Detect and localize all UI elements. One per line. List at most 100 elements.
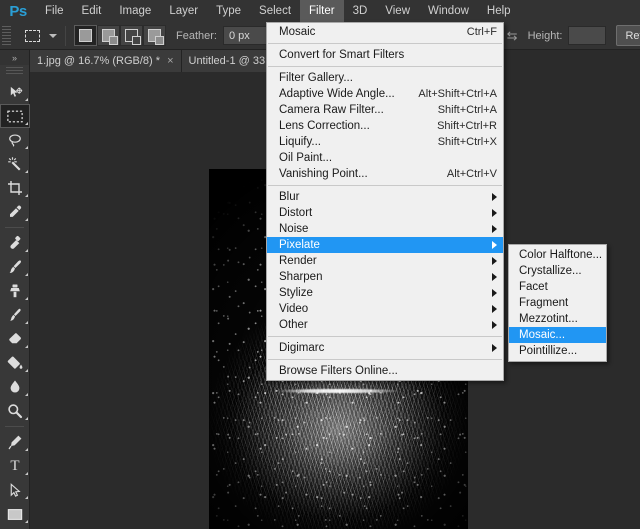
clone-stamp-tool[interactable] bbox=[0, 279, 30, 303]
filter-menu-item-convert-for-smart-filters[interactable]: Convert for Smart Filters bbox=[267, 47, 503, 63]
filter-menu-item-browse-filters-online[interactable]: Browse Filters Online... bbox=[267, 363, 503, 379]
tool-flyout-indicator bbox=[25, 448, 28, 451]
toolbar-drag-handle[interactable] bbox=[6, 67, 23, 76]
submenu-arrow-icon bbox=[492, 344, 497, 352]
eyedropper-tool[interactable] bbox=[0, 200, 30, 224]
menu-item-label: Adaptive Wide Angle... bbox=[279, 88, 395, 100]
filter-menu-item-pixelate[interactable]: Pixelate bbox=[267, 237, 503, 253]
crop-tool[interactable] bbox=[0, 176, 30, 200]
menubar-item-file[interactable]: File bbox=[36, 0, 73, 22]
submenu-arrow-icon bbox=[492, 225, 497, 233]
path-selection-tool[interactable] bbox=[0, 478, 30, 502]
subtract-from-selection-button[interactable] bbox=[120, 25, 143, 46]
pixelate-item-fragment[interactable]: Fragment bbox=[509, 295, 606, 311]
menu-item-label: Browse Filters Online... bbox=[279, 365, 398, 377]
filter-menu-item-distort[interactable]: Distort bbox=[267, 205, 503, 221]
menubar-item-window[interactable]: Window bbox=[419, 0, 478, 22]
chevron-down-icon[interactable] bbox=[49, 33, 57, 38]
document-tab[interactable]: 1.jpg @ 16.7% (RGB/8) * × bbox=[30, 50, 182, 72]
menubar-item-layer[interactable]: Layer bbox=[160, 0, 207, 22]
new-selection-icon bbox=[79, 29, 92, 42]
filter-menu-item-video[interactable]: Video bbox=[267, 301, 503, 317]
filter-menu-item-digimarc[interactable]: Digimarc bbox=[267, 340, 503, 356]
tool-flyout-indicator bbox=[25, 194, 28, 197]
spot-healing-brush-tool[interactable] bbox=[0, 231, 30, 255]
options-bar-grip[interactable] bbox=[2, 25, 11, 46]
feather-input[interactable]: 0 px bbox=[222, 26, 267, 45]
filter-menu-item-liquify[interactable]: Liquify... Shift+Ctrl+X bbox=[267, 134, 503, 150]
filter-menu-item-camera-raw-filter[interactable]: Camera Raw Filter... Shift+Ctrl+A bbox=[267, 102, 503, 118]
dodge-tool[interactable] bbox=[0, 399, 30, 423]
tool-flyout-indicator bbox=[25, 496, 28, 499]
rectangle-tool[interactable] bbox=[0, 502, 30, 526]
pixelate-submenu[interactable]: Color Halftone... Crystallize... Facet Frag… bbox=[508, 244, 607, 362]
filter-menu-item-blur[interactable]: Blur bbox=[267, 189, 503, 205]
filter-menu-item-lens-correction[interactable]: Lens Correction... Shift+Ctrl+R bbox=[267, 118, 503, 134]
filter-menu-item-noise[interactable]: Noise bbox=[267, 221, 503, 237]
filter-menu-item-sharpen[interactable]: Sharpen bbox=[267, 269, 503, 285]
subtract-from-selection-icon bbox=[125, 29, 141, 45]
pixelate-item-color-halftone[interactable]: Color Halftone... bbox=[509, 247, 606, 263]
pixelate-item-pointillize[interactable]: Pointillize... bbox=[509, 343, 606, 359]
filter-menu-item-mosaic[interactable]: Mosaic Ctrl+F bbox=[267, 24, 503, 40]
eraser-tool[interactable] bbox=[0, 327, 30, 351]
menu-item-label: Pixelate bbox=[279, 239, 320, 251]
filter-menu-item-filter-gallery[interactable]: Filter Gallery... bbox=[267, 70, 503, 86]
filter-menu-dropdown[interactable]: Mosaic Ctrl+F Convert for Smart Filters Fil… bbox=[266, 22, 504, 381]
intersect-with-selection-button[interactable] bbox=[143, 25, 166, 46]
horizontal-type-tool[interactable]: T bbox=[0, 454, 30, 478]
paint-bucket-tool[interactable] bbox=[0, 351, 30, 375]
pixelate-item-mezzotint[interactable]: Mezzotint... bbox=[509, 311, 606, 327]
menu-separator bbox=[268, 359, 502, 360]
new-selection-button[interactable] bbox=[74, 25, 97, 46]
menubar-item-edit[interactable]: Edit bbox=[73, 0, 111, 22]
history-brush-tool[interactable] bbox=[0, 303, 30, 327]
pen-tool[interactable] bbox=[0, 430, 30, 454]
photoshop-logo: Ps bbox=[9, 2, 27, 20]
menu-item-shortcut: Shift+Ctrl+R bbox=[437, 120, 497, 132]
menu-item-shortcut: Alt+Ctrl+V bbox=[446, 168, 497, 180]
pixelate-item-crystallize[interactable]: Crystallize... bbox=[509, 263, 606, 279]
pixelate-item-facet[interactable]: Facet bbox=[509, 279, 606, 295]
menu-item-label: Liquify... bbox=[279, 136, 321, 148]
tools-panel: » T bbox=[0, 50, 30, 529]
filter-menu-item-adaptive-wide-angle[interactable]: Adaptive Wide Angle... Alt+Shift+Ctrl+A bbox=[267, 86, 503, 102]
filter-menu-item-render[interactable]: Render bbox=[267, 253, 503, 269]
add-to-selection-button[interactable] bbox=[97, 25, 120, 46]
filter-menu-item-other[interactable]: Other bbox=[267, 317, 503, 333]
menubar-item-help[interactable]: Help bbox=[478, 0, 520, 22]
menu-item-label: Distort bbox=[279, 207, 313, 219]
brush-tool[interactable] bbox=[0, 255, 30, 279]
rectangular-marquee-tool[interactable] bbox=[0, 104, 30, 128]
tool-preset-picker[interactable] bbox=[19, 25, 45, 47]
menu-item-label: Noise bbox=[279, 223, 309, 235]
menubar-item-select[interactable]: Select bbox=[250, 0, 300, 22]
menu-item-label: Convert for Smart Filters bbox=[279, 49, 405, 61]
menubar-item-type[interactable]: Type bbox=[207, 0, 250, 22]
menubar-item-view[interactable]: View bbox=[376, 0, 419, 22]
menubar-item-3d[interactable]: 3D bbox=[344, 0, 377, 22]
menu-item-label: Stylize bbox=[279, 287, 313, 299]
menu-item-label: Mosaic... bbox=[519, 329, 566, 341]
collapse-toolbar-button[interactable]: » bbox=[0, 50, 29, 65]
intersect-with-selection-icon bbox=[148, 29, 164, 45]
lasso-tool[interactable] bbox=[0, 128, 30, 152]
filter-menu-item-oil-paint[interactable]: Oil Paint... bbox=[267, 150, 503, 166]
filter-menu-item-stylize[interactable]: Stylize bbox=[267, 285, 503, 301]
swap-dimensions-icon[interactable]: ⇆ bbox=[507, 28, 518, 44]
menubar-item-image[interactable]: Image bbox=[110, 0, 160, 22]
filter-menu-item-vanishing-point[interactable]: Vanishing Point... Alt+Ctrl+V bbox=[267, 166, 503, 182]
move-tool[interactable] bbox=[0, 80, 30, 104]
height-input[interactable] bbox=[568, 26, 607, 45]
pixelate-item-mosaic[interactable]: Mosaic... bbox=[509, 327, 606, 343]
menu-item-label: Camera Raw Filter... bbox=[279, 104, 384, 116]
menu-item-shortcut: Alt+Shift+Ctrl+A bbox=[418, 88, 497, 100]
menu-item-label: Sharpen bbox=[279, 271, 323, 283]
menubar-item-filter[interactable]: Filter bbox=[300, 0, 344, 22]
magic-wand-tool[interactable] bbox=[0, 152, 30, 176]
close-icon[interactable]: × bbox=[167, 55, 173, 67]
blur-tool[interactable] bbox=[0, 375, 30, 399]
refine-edge-button[interactable]: Refi bbox=[616, 25, 640, 46]
menu-item-shortcut: Shift+Ctrl+X bbox=[437, 136, 497, 148]
submenu-arrow-icon bbox=[492, 273, 497, 281]
